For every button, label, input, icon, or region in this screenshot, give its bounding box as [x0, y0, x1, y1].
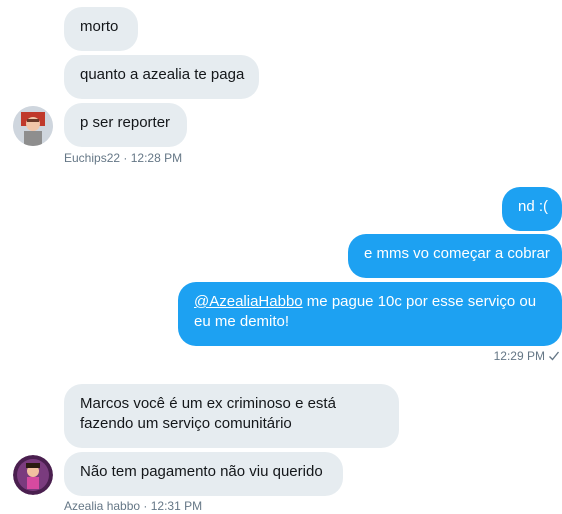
message-text: quanto a azealia te paga [80, 66, 245, 83]
meta-separator: · [120, 151, 131, 165]
avatar[interactable] [13, 106, 53, 146]
message-meta: Azealia habbo · 12:31 PM [64, 498, 202, 514]
mention-link[interactable]: @AzealiaHabbo [194, 293, 303, 310]
message-text: e mms vo começar a cobrar [364, 245, 550, 262]
sender-name[interactable]: Azealia habbo [64, 499, 140, 513]
message-text: Não tem pagamento não viu querido [80, 463, 323, 480]
message-time: 12:29 PM [493, 349, 545, 363]
message-bubble-incoming[interactable]: p ser reporter [64, 103, 187, 147]
message-text: me pague 10c por esse serviço ou [302, 293, 537, 310]
message-bubble-incoming[interactable]: quanto a azealia te paga [64, 55, 259, 99]
message-text: p ser reporter [80, 114, 171, 131]
avatar[interactable] [13, 455, 53, 495]
message-line: Marcos você é um ex criminoso e está [80, 394, 383, 414]
message-bubble-outgoing[interactable]: nd :( [502, 187, 562, 231]
checkmark-icon [548, 350, 560, 366]
avatar-image [13, 106, 53, 146]
message-meta: Euchips22 · 12:28 PM [64, 150, 182, 166]
avatar-image [13, 455, 53, 495]
message-bubble-incoming[interactable]: Marcos você é um ex criminoso e está faz… [64, 384, 399, 448]
message-text: morto [80, 18, 119, 35]
message-time: 12:28 PM [130, 151, 183, 165]
message-bubble-outgoing[interactable]: @AzealiaHabbo me pague 10c por esse serv… [178, 282, 562, 346]
message-time: 12:31 PM [150, 499, 203, 513]
message-line: fazendo um serviço comunitário [80, 414, 383, 434]
message-bubble-incoming[interactable]: morto [64, 7, 138, 51]
message-line: eu me demito! [194, 312, 546, 332]
message-text: eu me demito! [194, 313, 290, 330]
message-meta: 12:29 PM [494, 348, 560, 366]
message-bubble-incoming[interactable]: Não tem pagamento não viu querido [64, 452, 343, 496]
message-bubble-outgoing[interactable]: e mms vo começar a cobrar [348, 234, 562, 278]
message-text: Marcos você é um ex criminoso e está [80, 395, 336, 412]
message-text: nd :( [518, 198, 549, 215]
message-line: @AzealiaHabbo me pague 10c por esse serv… [194, 292, 546, 312]
sender-name[interactable]: Euchips22 [64, 151, 120, 165]
meta-separator: · [140, 499, 151, 513]
message-text: fazendo um serviço comunitário [80, 415, 292, 432]
